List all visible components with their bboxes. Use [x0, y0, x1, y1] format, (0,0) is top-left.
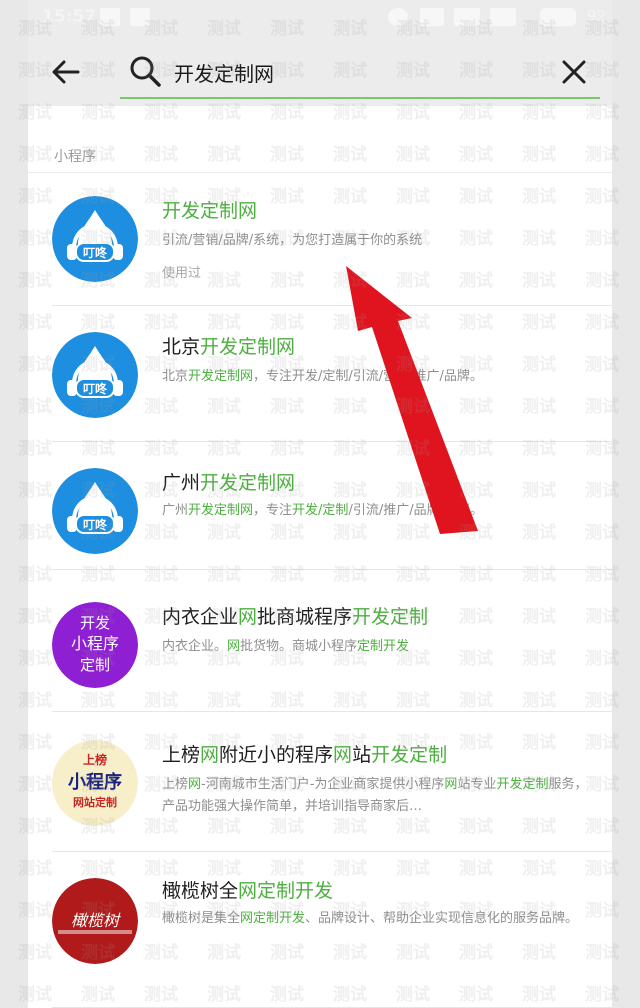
result-description: 广州开发定制网，专注开发/定制/引流/推广/品牌/营销。 [162, 500, 592, 522]
result-title[interactable]: 上榜网附近小的程序网站开发定制 [162, 740, 447, 767]
result-item[interactable]: 叮咚 广州开发定制网 广州开发定制网，专注开发/定制/引流/推广/品牌/营销。 [28, 442, 612, 570]
logo-text: 橄榄树 [71, 911, 121, 930]
result-description: 内衣企业。网批货物。商城小程序定制开发 [162, 636, 592, 658]
wifi-icon [420, 8, 444, 26]
mini-program-logo[interactable]: 上榜 小程序 网站定制 [52, 740, 138, 826]
logo-text: 定制 [80, 656, 110, 674]
text-run: ，专注开发/定制/引流/营销/推广/品牌。 [253, 369, 483, 384]
text-run: 附近小的程序 [219, 744, 334, 766]
logo-graphic: 橄榄树 [52, 878, 138, 964]
text-run: 上榜 [162, 744, 201, 766]
result-title[interactable]: 广州开发定制网 [162, 468, 295, 495]
text-run: 开发定制网 [200, 472, 296, 494]
search-icon [130, 56, 161, 87]
result-description: 橄榄树是集全网定制开发、品牌设计、帮助企业实现信息化的服务品牌。 [162, 908, 592, 930]
mini-program-logo[interactable]: 叮咚 [52, 196, 138, 282]
text-run: 、品牌设计、帮助企业实现信息化的服务品牌。 [305, 911, 579, 926]
logo-text: 小程序 [71, 634, 119, 653]
result-item[interactable]: 开发 小程序 定制 内衣企业网批商城程序开发定制 内衣企业。网批货物。商城小程序定制开发 [28, 570, 612, 712]
text-run: 定制开发 [357, 639, 410, 654]
logo-text: 上榜 [83, 752, 107, 767]
text-run: 网 [188, 777, 202, 792]
message-icon [130, 8, 150, 26]
text-run: 开发/定制 [292, 503, 349, 518]
logo-text: 叮咚 [83, 517, 108, 532]
text-run: 开发定制 [496, 777, 549, 792]
text-run: 网 [227, 639, 241, 654]
signal-2-icon [490, 8, 516, 26]
text-run: 引流/营销/品牌/系统，为您打造属于你的系统 [162, 233, 423, 248]
battery-icon [540, 8, 576, 26]
result-description: 北京开发定制网，专注开发/定制/引流/营销/推广/品牌。 [162, 366, 592, 388]
logo-text: 开发 [80, 614, 110, 632]
text-run: 开发定制网 [200, 336, 296, 358]
mini-program-logo[interactable]: 叮咚 [52, 332, 138, 418]
text-run: 橄榄树是集全 [162, 911, 241, 926]
text-run: 站专业 [457, 777, 497, 792]
text-run: 开发定制网 [188, 503, 254, 518]
text-run: 网定制开发 [240, 911, 306, 926]
logo-graphic: 上榜小程序网站定制 [52, 740, 138, 826]
text-run: 开发定制 [371, 744, 448, 766]
text-run: 上榜 [162, 777, 189, 792]
mini-program-logo[interactable]: 橄榄树 [52, 878, 138, 964]
result-title[interactable]: 开发定制网 [162, 196, 257, 223]
status-bar: 15:57 92 [28, 0, 612, 38]
text-run: 网定制开发 [238, 880, 334, 902]
result-item[interactable]: 叮咚 北京开发定制网 北京开发定制网，专注开发/定制/引流/营销/推广/品牌。 [28, 306, 612, 442]
result-title[interactable]: 内衣企业网批商城程序开发定制 [162, 602, 428, 629]
section-label: 小程序 [54, 149, 96, 165]
mini-program-logo[interactable]: 叮咚 [52, 468, 138, 554]
text-run: 开发定制 [352, 606, 429, 628]
logo-text: 网站定制 [73, 795, 117, 809]
result-description: 引流/营销/品牌/系统，为您打造属于你的系统 [162, 230, 592, 252]
search-bar: 开发定制网 [28, 38, 612, 106]
alarm-icon [388, 8, 408, 26]
text-run: 批商城程序 [257, 606, 353, 628]
notification-icon [100, 8, 120, 26]
logo-graphic: 叮咚 [52, 196, 138, 282]
result-title[interactable]: 北京开发定制网 [162, 332, 295, 359]
close-icon[interactable] [560, 58, 588, 86]
text-run: 网 [333, 744, 353, 766]
result-item[interactable]: 橄榄树 橄榄树全网定制开发 橄榄树是集全网定制开发、品牌设计、帮助企业实现信息化的服… [28, 852, 612, 1008]
text-run: 批货物。商城小程序 [240, 639, 358, 654]
result-item[interactable]: 叮咚 开发定制网引流/营销/品牌/系统，为您打造属于你的系统 使用过 [28, 172, 612, 306]
text-run: 广州 [162, 503, 189, 518]
text-run: 开发定制网 [188, 369, 254, 384]
back-arrow-icon[interactable] [50, 56, 82, 88]
text-run: 内衣企业 [162, 606, 239, 628]
text-run: 站 [352, 744, 372, 766]
text-run: 北京 [162, 369, 189, 384]
battery-level: 92 [586, 7, 606, 25]
logo-text: 叮咚 [83, 381, 108, 396]
mini-program-logo[interactable]: 开发 小程序 定制 [52, 602, 138, 688]
search-underline [120, 97, 600, 99]
text-run: 橄榄树全 [162, 880, 239, 902]
text-run: 广州 [162, 472, 201, 494]
text-run: 北京 [162, 336, 201, 358]
status-time: 15:57 [42, 7, 97, 27]
result-item[interactable]: 上榜 小程序 网站定制 上榜网附近小的程序网站开发定制 上榜网-河南城市生活门户-为企业… [28, 712, 612, 852]
used-badge: 使用过 [162, 266, 202, 281]
result-title[interactable]: 橄榄树全网定制开发 [162, 876, 333, 903]
app-screen: 15:57 92 开发定制网 小程序 叮咚 开发定制网 引流/营销/品牌/系统，为您… [28, 0, 612, 1008]
text-run: 网 [444, 777, 458, 792]
logo-text: 小程序 [68, 771, 122, 793]
logo-graphic: 叮咚 [52, 332, 138, 418]
signal-icon [454, 8, 480, 26]
text-run: 网 [238, 606, 258, 628]
text-run: 内衣企业。 [162, 639, 228, 654]
logo-graphic: 开发小程序定制 [52, 602, 138, 688]
text-run: /引流/推广/品牌/营销。 [348, 503, 483, 518]
text-run: -河南城市生活门户-为企业商家提供小程序 [201, 777, 445, 792]
text-run: 网 [200, 744, 220, 766]
text-run: ，专注 [253, 503, 293, 518]
logo-graphic: 叮咚 [52, 468, 138, 554]
logo-text: 叮咚 [83, 245, 108, 260]
search-input[interactable]: 开发定制网 [174, 58, 274, 87]
text-run: 开发定制网 [162, 200, 258, 222]
result-description: 上榜网-河南城市生活门户-为企业商家提供小程序网站专业开发定制服务，产品功能强大… [162, 774, 592, 818]
